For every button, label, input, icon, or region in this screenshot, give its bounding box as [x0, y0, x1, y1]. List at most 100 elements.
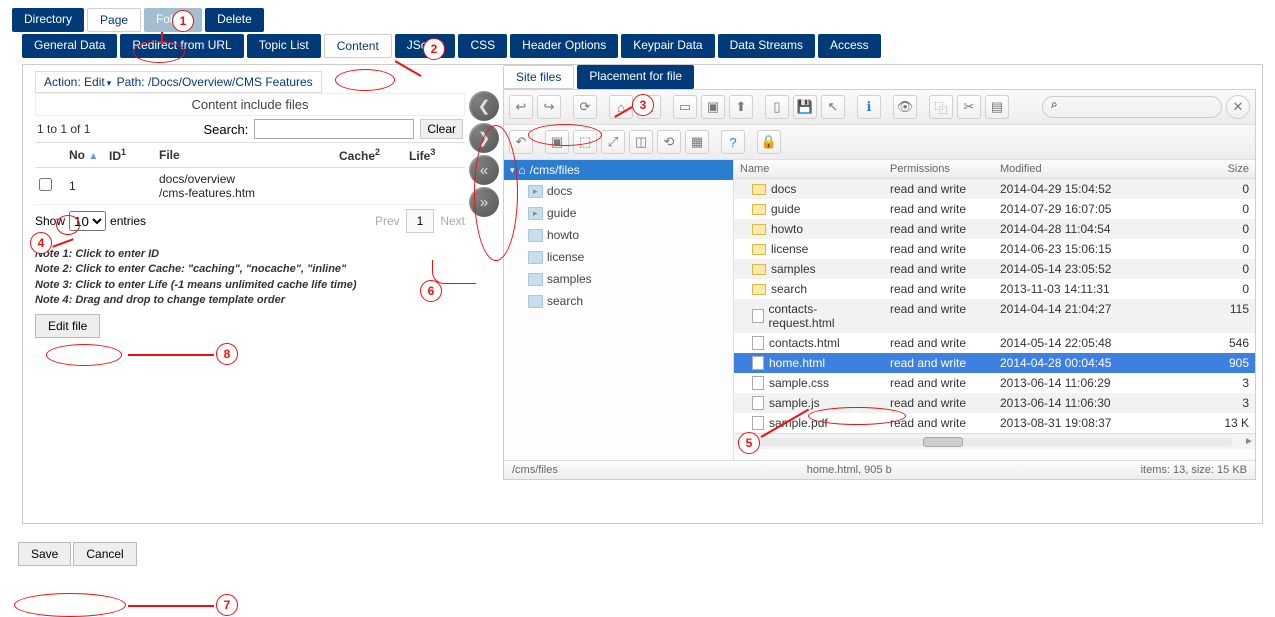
- tree-item[interactable]: search: [504, 290, 733, 312]
- folder-icon: [752, 184, 766, 195]
- tab-delete[interactable]: Delete: [205, 8, 264, 32]
- col-perm[interactable]: Permissions: [884, 160, 994, 178]
- sort-icon: ▲: [88, 151, 98, 162]
- tree-item-label: license: [547, 250, 584, 264]
- expand-icon[interactable]: ▸: [533, 208, 543, 219]
- file-row[interactable]: guideread and write2014-07-29 16:07:050: [734, 199, 1255, 219]
- row-checkbox[interactable]: [39, 178, 52, 191]
- file-name: samples: [771, 262, 816, 276]
- status-path: /cms/files: [512, 464, 558, 476]
- search-input[interactable]: [254, 119, 414, 139]
- back-icon[interactable]: ↩: [509, 95, 533, 119]
- col-name[interactable]: Name: [734, 160, 884, 178]
- tab-header-options[interactable]: Header Options: [510, 34, 618, 58]
- col-life[interactable]: Life: [409, 149, 430, 163]
- file-row[interactable]: contacts.htmlread and write2014-05-14 22…: [734, 333, 1255, 353]
- folder-icon: [752, 284, 766, 295]
- tab-page[interactable]: Page: [87, 8, 141, 32]
- edit-file-button[interactable]: Edit file: [35, 314, 100, 338]
- col-mod[interactable]: Modified: [994, 160, 1134, 178]
- note-3: Note 3: Click to enter Life (-1 means un…: [35, 278, 465, 293]
- tab-site-files[interactable]: Site files: [503, 65, 574, 89]
- entries-label: entries: [110, 214, 146, 228]
- col-id[interactable]: ID: [109, 149, 121, 163]
- tree-item[interactable]: samples: [504, 268, 733, 290]
- info-icon[interactable]: ℹ: [857, 95, 881, 119]
- file-row[interactable]: home.htmlread and write2014-04-28 00:04:…: [734, 353, 1255, 373]
- pager-next[interactable]: Next: [440, 214, 465, 228]
- pager-current[interactable]: 1: [406, 209, 435, 233]
- cell-file-line2: /cms-features.htm: [159, 186, 331, 200]
- file-perm: read and write: [884, 259, 994, 279]
- rotate-icon[interactable]: ⟲: [657, 130, 681, 154]
- tab-content[interactable]: Content: [324, 34, 392, 58]
- paste-icon[interactable]: ▤: [985, 95, 1009, 119]
- col-file[interactable]: File: [159, 148, 180, 162]
- file-icon: [752, 396, 764, 410]
- pager-prev[interactable]: Prev: [375, 214, 400, 228]
- col-no[interactable]: No: [69, 148, 85, 162]
- new-folder-icon[interactable]: ▣: [701, 95, 725, 119]
- file-row[interactable]: licenseread and write2014-06-23 15:06:15…: [734, 239, 1255, 259]
- forward-icon[interactable]: ↪: [537, 95, 561, 119]
- table-row[interactable]: 1 docs/overview /cms-features.htm: [35, 168, 465, 205]
- lock-icon[interactable]: 🔒: [757, 130, 781, 154]
- pointer-icon[interactable]: ↖: [821, 95, 845, 119]
- tab-css[interactable]: CSS: [458, 34, 507, 58]
- resize-icon[interactable]: ⤢: [601, 130, 625, 154]
- file-perm: read and write: [884, 393, 994, 413]
- tab-keypair-data[interactable]: Keypair Data: [621, 34, 714, 58]
- file-row[interactable]: searchread and write2013-11-03 14:11:310: [734, 279, 1255, 299]
- save-icon[interactable]: 💾: [793, 95, 817, 119]
- file-row[interactable]: docsread and write2014-04-29 15:04:520: [734, 179, 1255, 199]
- save-button[interactable]: Save: [18, 542, 71, 566]
- expand-icon[interactable]: ▸: [533, 186, 543, 197]
- note-1: Note 1: Click to enter ID: [35, 247, 465, 262]
- col-size[interactable]: Size: [1134, 160, 1255, 178]
- file-name: sample.js: [769, 396, 820, 410]
- tab-general-data[interactable]: General Data: [22, 34, 117, 58]
- file-search-input[interactable]: ⌕: [1042, 96, 1222, 118]
- file-size: 0: [1134, 239, 1255, 259]
- file-mod: 2014-04-14 21:04:27: [994, 299, 1134, 333]
- open-icon[interactable]: ▯: [765, 95, 789, 119]
- tree-root[interactable]: ⌂ /cms/files: [504, 160, 733, 180]
- copy-icon[interactable]: ⿻: [929, 95, 953, 119]
- upload-icon[interactable]: ⬆: [729, 95, 753, 119]
- action-value[interactable]: Edit: [84, 75, 113, 89]
- tree-item[interactable]: howto: [504, 224, 733, 246]
- tab-topic-list[interactable]: Topic List: [247, 34, 321, 58]
- preview-icon[interactable]: 👁: [893, 95, 917, 119]
- file-row[interactable]: contacts-request.htmlread and write2014-…: [734, 299, 1255, 333]
- tree-item[interactable]: license: [504, 246, 733, 268]
- tree-item-label: guide: [547, 206, 576, 220]
- tree-item[interactable]: ▸docs: [504, 180, 733, 202]
- file-row[interactable]: sample.jsread and write2013-06-14 11:06:…: [734, 393, 1255, 413]
- clear-button[interactable]: Clear: [420, 119, 463, 139]
- col-cache[interactable]: Cache: [339, 149, 375, 163]
- new-file-icon[interactable]: ▭: [673, 95, 697, 119]
- cancel-button[interactable]: Cancel: [73, 542, 136, 566]
- reload-icon[interactable]: ⟳: [573, 95, 597, 119]
- tab-access[interactable]: Access: [818, 34, 881, 58]
- move-left-icon[interactable]: ❮: [469, 91, 499, 121]
- clear-search-icon[interactable]: ✕: [1226, 95, 1250, 119]
- tree-item-label: samples: [547, 272, 592, 286]
- archive-icon[interactable]: ▦: [685, 130, 709, 154]
- file-name: home.html: [769, 356, 825, 370]
- file-row[interactable]: howtoread and write2014-04-28 11:04:540: [734, 219, 1255, 239]
- tab-directory[interactable]: Directory: [12, 8, 84, 32]
- help-icon[interactable]: ?: [721, 130, 745, 154]
- file-size: 0: [1134, 259, 1255, 279]
- h-scrollbar[interactable]: ◄►: [734, 433, 1255, 449]
- tree-item[interactable]: ▸ guide: [504, 202, 733, 224]
- tab-data-streams[interactable]: Data Streams: [718, 34, 815, 58]
- crop-icon[interactable]: ◫: [629, 130, 653, 154]
- file-row[interactable]: samplesread and write2014-05-14 23:05:52…: [734, 259, 1255, 279]
- file-row[interactable]: sample.cssread and write2013-06-14 11:06…: [734, 373, 1255, 393]
- file-size: 0: [1134, 199, 1255, 219]
- tab-placement[interactable]: Placement for file: [577, 65, 694, 89]
- path-value: /Docs/Overview/CMS Features: [148, 75, 313, 89]
- cut-icon[interactable]: ✂: [957, 95, 981, 119]
- include-heading: Content include files: [35, 93, 465, 116]
